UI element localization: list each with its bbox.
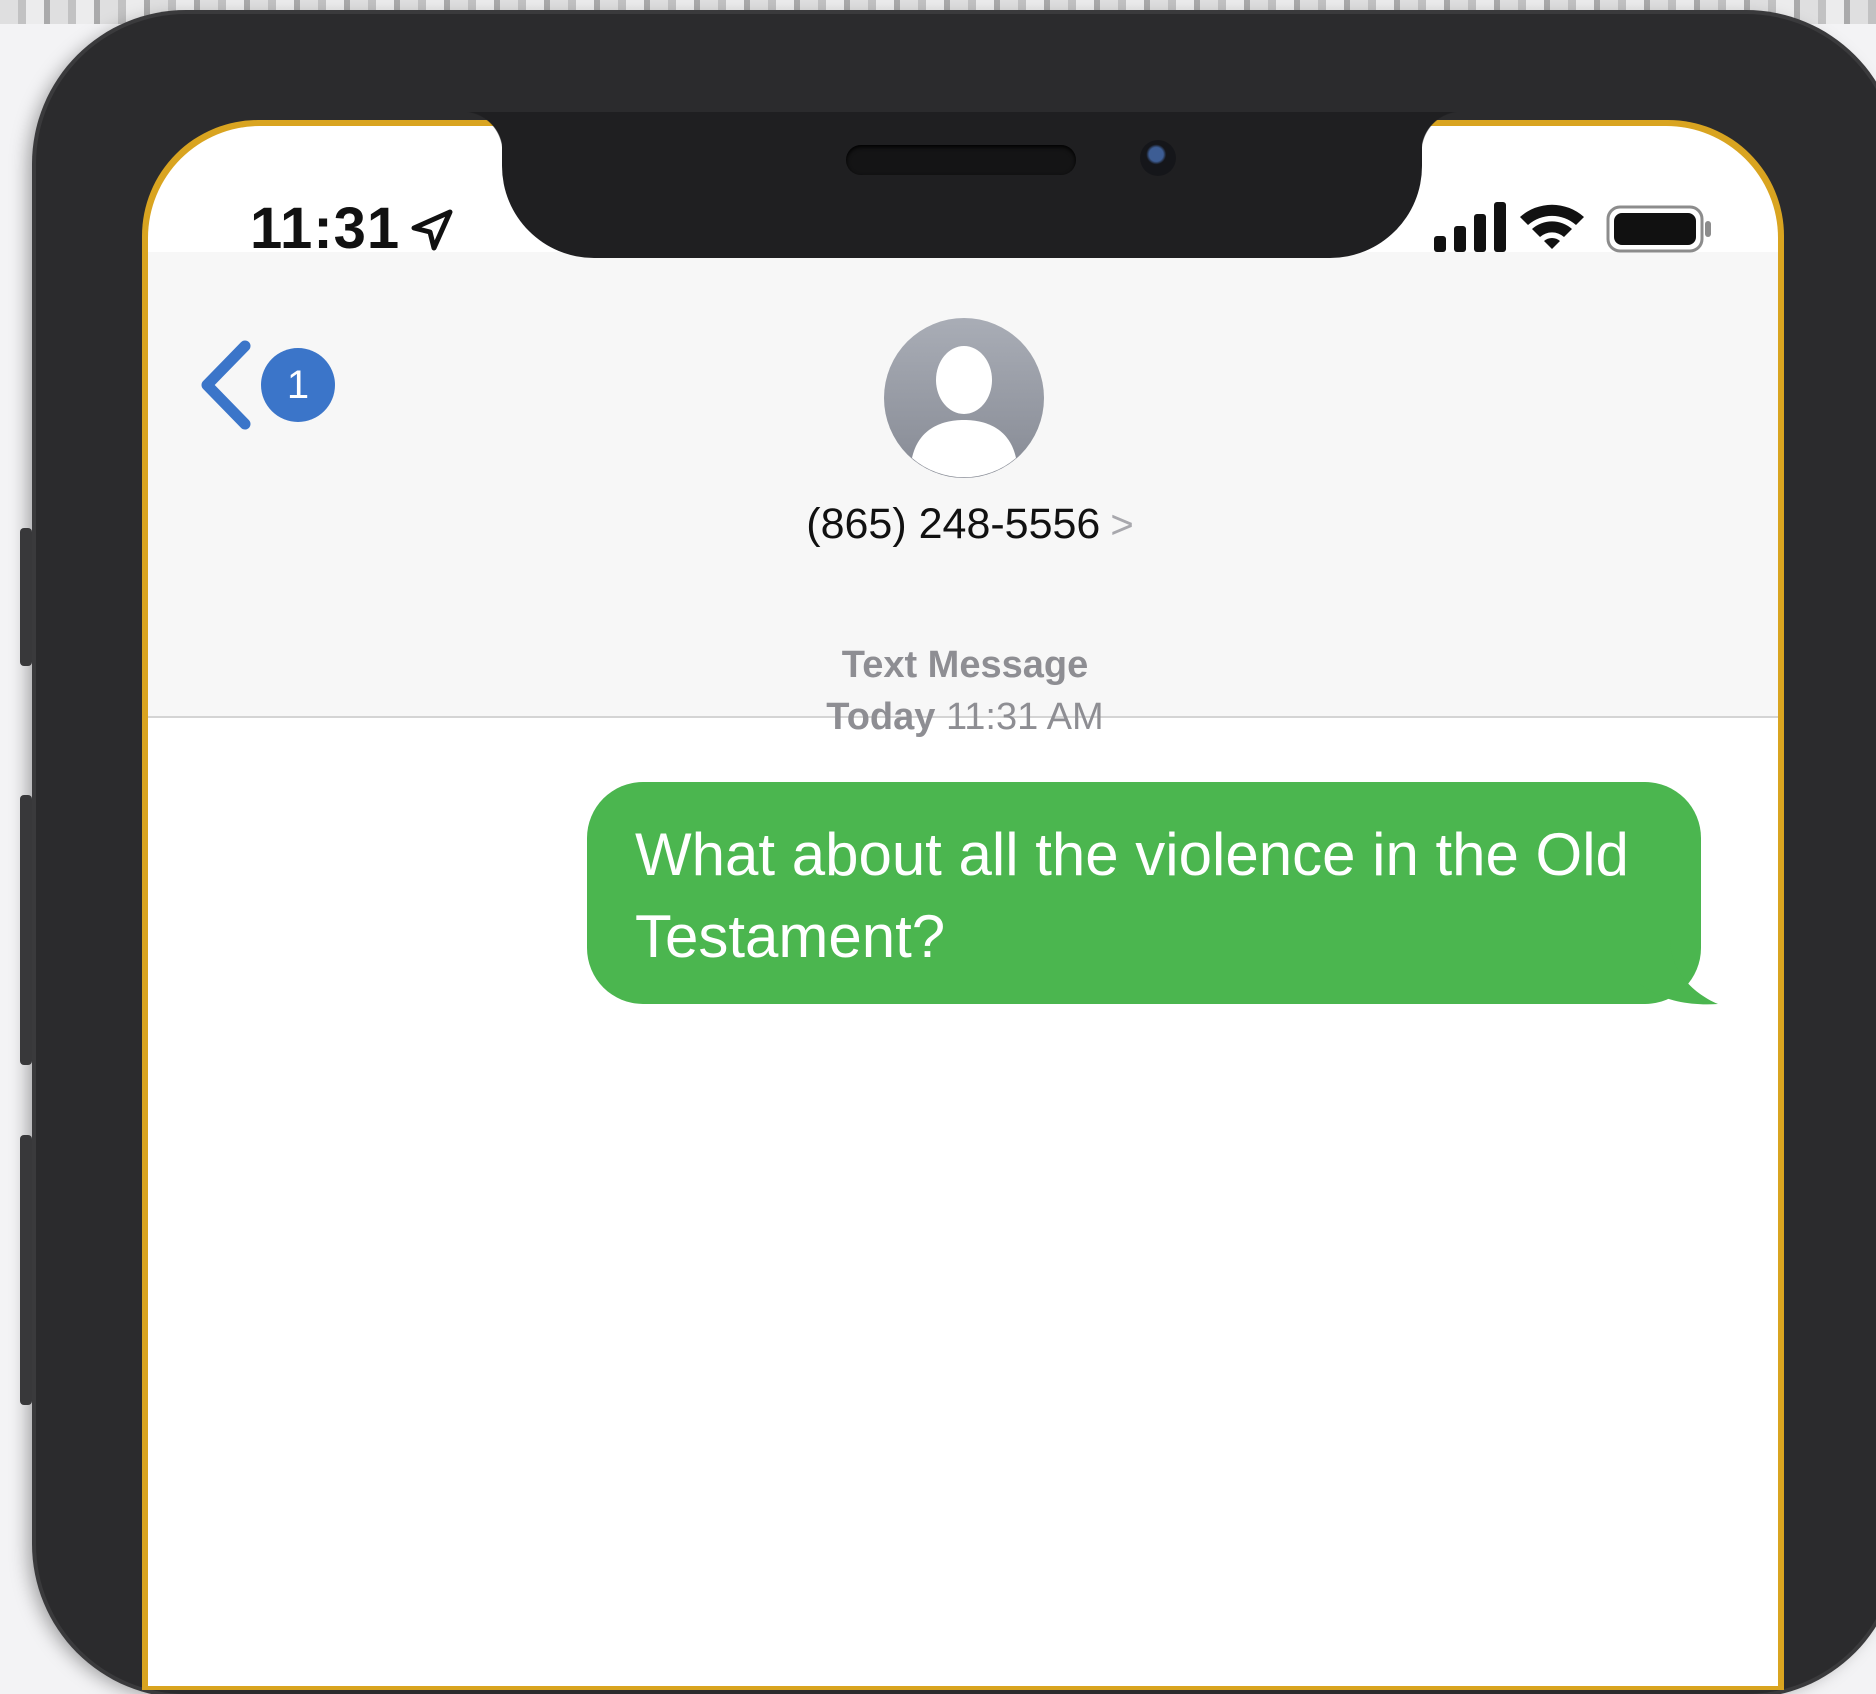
wifi-icon: [1520, 204, 1584, 249]
notch: [462, 112, 1462, 258]
cellular-signal-icon: [1434, 202, 1506, 252]
chevron-left-icon: [201, 340, 251, 430]
back-button[interactable]: 1: [197, 340, 337, 430]
location-arrow-icon: [411, 209, 453, 251]
message-timestamp: Today 11:31 AM: [700, 696, 1230, 739]
earpiece-speaker: [846, 145, 1076, 175]
unread-count-badge: 1: [261, 348, 335, 422]
mute-switch: [20, 528, 32, 666]
contact-avatar[interactable]: [884, 318, 1044, 478]
status-bar-time: 11:31: [250, 196, 401, 261]
volume-up-button: [20, 795, 32, 1065]
timestamp-time: 11:31 AM: [945, 696, 1104, 738]
battery-icon: [1606, 205, 1711, 253]
chevron-right-icon: >: [1110, 503, 1134, 547]
timestamp-day: Today: [826, 696, 936, 738]
message-text: What about all the violence in the Old T…: [635, 821, 1629, 970]
front-camera: [1140, 140, 1176, 176]
contact-details-link[interactable]: (865) 248-5556 >: [770, 500, 1170, 549]
volume-down-button: [20, 1135, 32, 1405]
contact-number: (865) 248-5556: [806, 500, 1101, 548]
message-type-label: Text Message: [841, 644, 1089, 686]
